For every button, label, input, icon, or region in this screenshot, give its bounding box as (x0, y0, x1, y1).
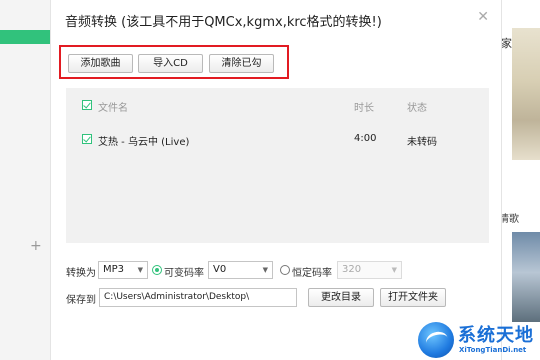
select-all-checkbox[interactable] (82, 100, 92, 110)
list-item[interactable]: 艾热 - 乌云中 (Live) 4:00 未转码 (66, 126, 489, 152)
vbr-radio[interactable] (152, 265, 162, 275)
file-duration: 4:00 (354, 133, 377, 144)
chevron-down-icon: ▼ (391, 266, 397, 274)
format-select[interactable]: MP3 ▼ (98, 261, 148, 279)
watermark-logo-icon (418, 322, 454, 358)
vbr-value: V0 (213, 264, 227, 275)
chevron-down-icon: ▼ (137, 266, 143, 274)
open-folder-button[interactable]: 打开文件夹 (380, 288, 446, 307)
save-path-field[interactable]: C:\Users\Administrator\Desktop\ (99, 288, 297, 307)
output-format-label: 转换为 (66, 268, 96, 279)
format-value: MP3 (103, 264, 125, 275)
audio-convert-dialog: 音频转换 (该工具不用于QMCx,kgmx,krc格式的转换!) ✕ 添加歌曲 … (50, 0, 502, 360)
file-list-header: 文件名 时长 状态 (66, 88, 489, 122)
background-recommend-label: 情歌 (499, 214, 519, 225)
playlist-cover-image (512, 232, 540, 322)
import-cd-button[interactable]: 导入CD (138, 54, 203, 73)
background-sidebar (0, 0, 50, 360)
column-header-duration: 时长 (354, 103, 374, 114)
cbr-label: 恒定码率 (292, 268, 332, 279)
vbr-select[interactable]: V0 ▼ (208, 261, 273, 279)
cbr-value: 320 (342, 264, 362, 275)
cbr-radio[interactable] (280, 265, 290, 275)
cbr-select: 320 ▼ (337, 261, 402, 279)
toolbar-highlight-box: 添加歌曲 导入CD 清除已勾 (59, 45, 289, 79)
add-song-button[interactable]: 添加歌曲 (68, 54, 133, 73)
row-checkbox[interactable] (82, 134, 92, 144)
site-watermark: 系统天地 XiTongTianDi.net (418, 320, 540, 360)
save-to-label: 保存到 (66, 295, 96, 306)
column-header-status: 状态 (407, 103, 427, 114)
background-active-nav (0, 30, 50, 44)
file-list: 文件名 时长 状态 艾热 - 乌云中 (Live) 4:00 未转码 (66, 88, 489, 243)
background-panel-text: 家 (501, 37, 512, 50)
vbr-label: 可变码率 (164, 268, 204, 279)
save-location-row: 保存到 C:\Users\Administrator\Desktop\ 更改目录… (66, 288, 496, 308)
chevron-down-icon: ▼ (262, 266, 268, 274)
file-status: 未转码 (407, 137, 437, 148)
file-name: 艾热 - 乌云中 (Live) (98, 137, 190, 148)
watermark-url: XiTongTianDi.net (459, 346, 527, 354)
watermark-title: 系统天地 (458, 325, 534, 346)
conversion-options: 转换为 MP3 ▼ 可变码率 V0 ▼ 恒定码率 320 ▼ (66, 261, 496, 281)
column-header-filename: 文件名 (98, 103, 128, 114)
close-icon[interactable]: ✕ (477, 9, 489, 25)
dialog-title: 音频转换 (该工具不用于QMCx,kgmx,krc格式的转换!) (65, 15, 382, 30)
change-directory-button[interactable]: 更改目录 (308, 288, 374, 307)
plus-icon: + (30, 238, 42, 254)
album-cover-image (512, 28, 540, 160)
clear-checked-button[interactable]: 清除已勾 (209, 54, 274, 73)
